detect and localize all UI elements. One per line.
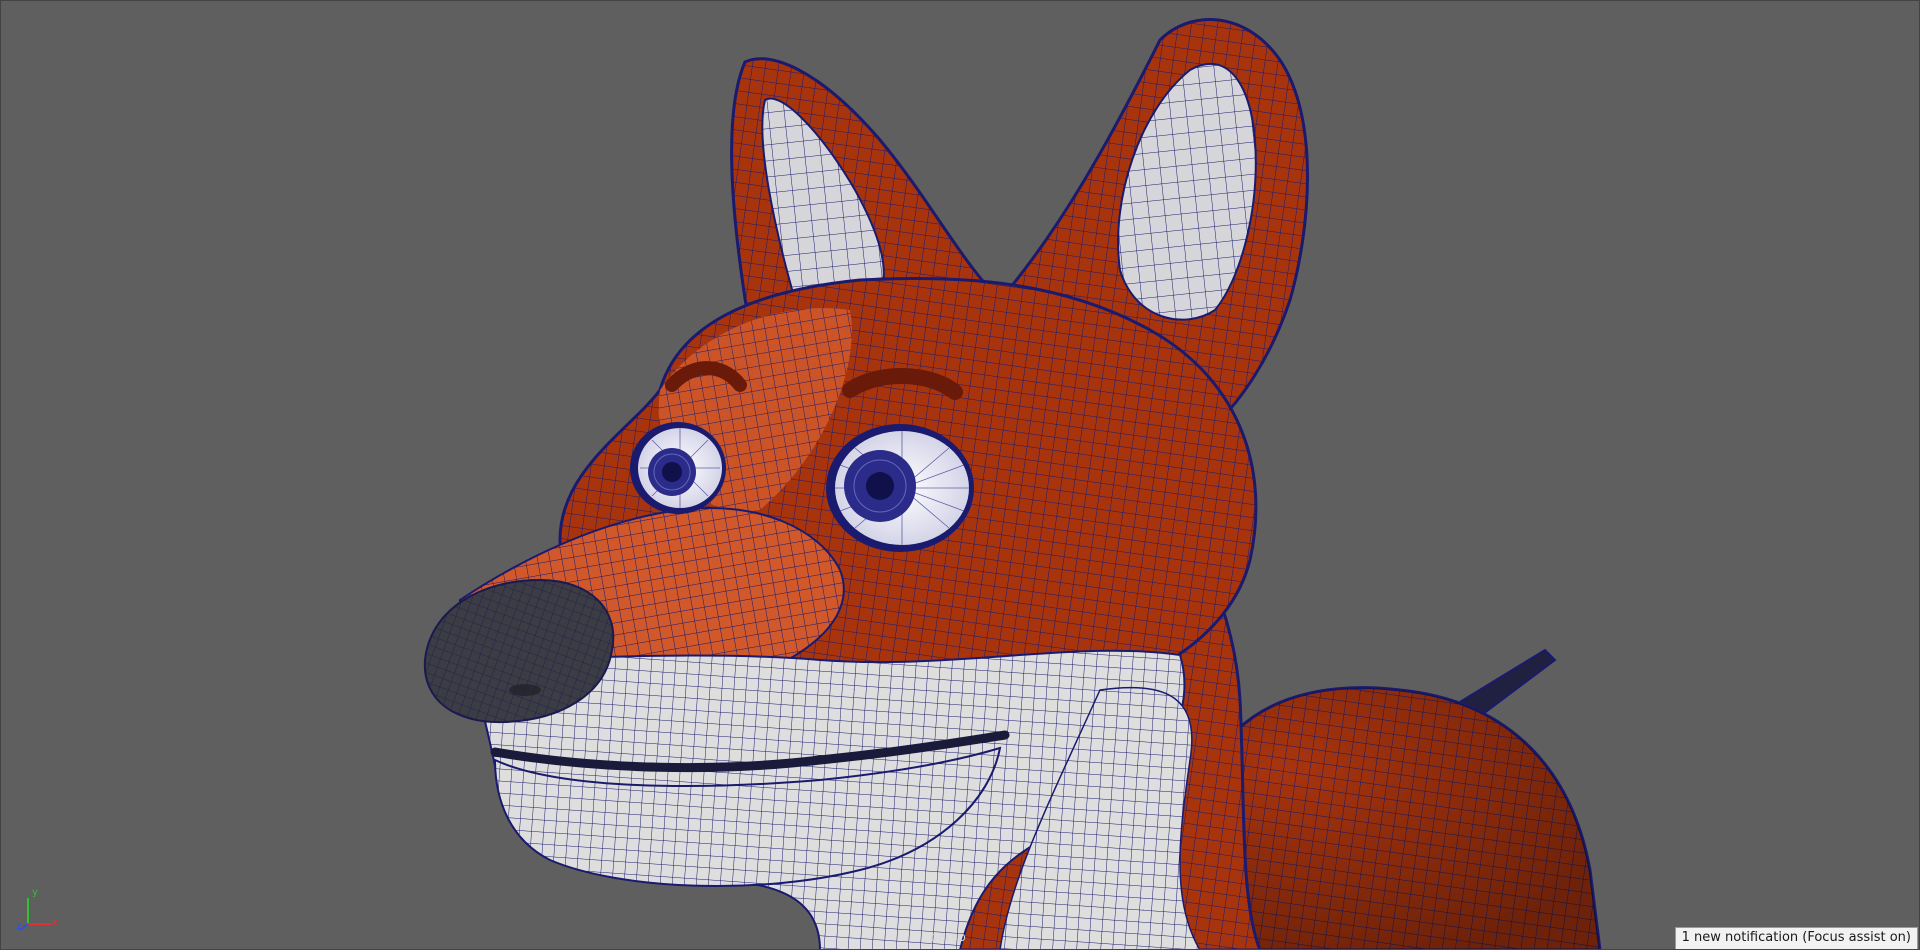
notification-toast[interactable]: 1 new notification (Focus assist on) (1674, 927, 1918, 950)
right-eye (826, 424, 974, 552)
axis-z-label: z (16, 921, 22, 932)
axis-y-label: y (32, 887, 38, 898)
fox-model-wireframe[interactable] (0, 0, 1920, 950)
left-eye (630, 422, 726, 514)
camera-name-label: persp (930, 930, 967, 944)
axis-x-label: x (52, 917, 58, 928)
3d-viewport[interactable]: y x z persp 1 new notification (Focus as… (0, 0, 1920, 950)
axis-gizmo: y x z (16, 888, 60, 934)
